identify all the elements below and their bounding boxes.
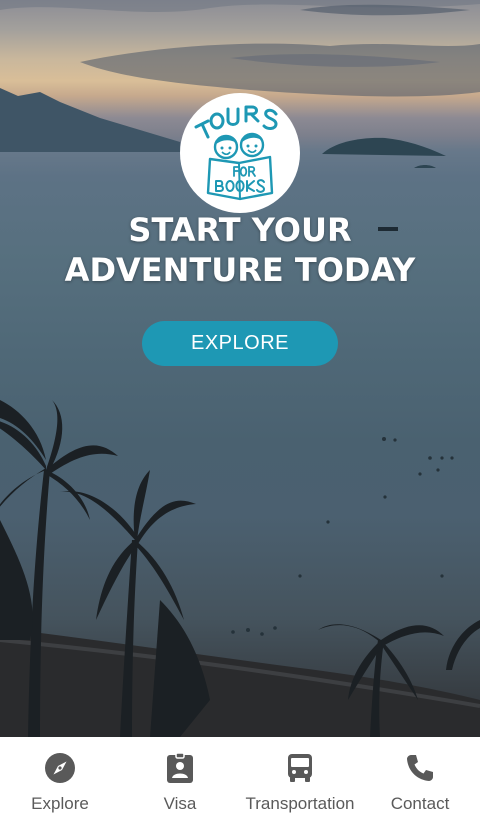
hero-headline: START YOUR ADVENTURE TODAY <box>0 210 480 290</box>
headline-line-1: START YOUR <box>128 211 352 249</box>
tab-contact[interactable]: Contact <box>360 737 480 827</box>
logo-artwork <box>194 105 278 201</box>
phone-icon <box>407 755 433 781</box>
bottom-tab-bar: Explore Visa Transportation Contact <box>0 737 480 827</box>
bus-icon <box>288 754 312 782</box>
headline-line-2: ADVENTURE TODAY <box>64 251 416 289</box>
explore-button[interactable]: EXPLORE <box>142 321 338 366</box>
tab-visa[interactable]: Visa <box>120 737 240 827</box>
tab-explore[interactable]: Explore <box>0 737 120 827</box>
tours-for-books-logo: TOURS FOR BOOKS <box>180 93 300 213</box>
id-badge-icon <box>167 752 193 783</box>
hero-section: TOURS FOR BOOKS START YOUR ADVENTURE TOD… <box>0 0 480 737</box>
app-screen: TOURS FOR BOOKS START YOUR ADVENTURE TOD… <box>0 0 480 827</box>
tab-transportation-label: Transportation <box>245 794 355 813</box>
compass-icon <box>45 753 75 783</box>
tab-explore-label: Explore <box>31 794 89 813</box>
tab-contact-label: Contact <box>390 794 450 813</box>
tab-transportation[interactable]: Transportation <box>240 737 360 827</box>
tab-visa-label: Visa <box>163 794 197 813</box>
